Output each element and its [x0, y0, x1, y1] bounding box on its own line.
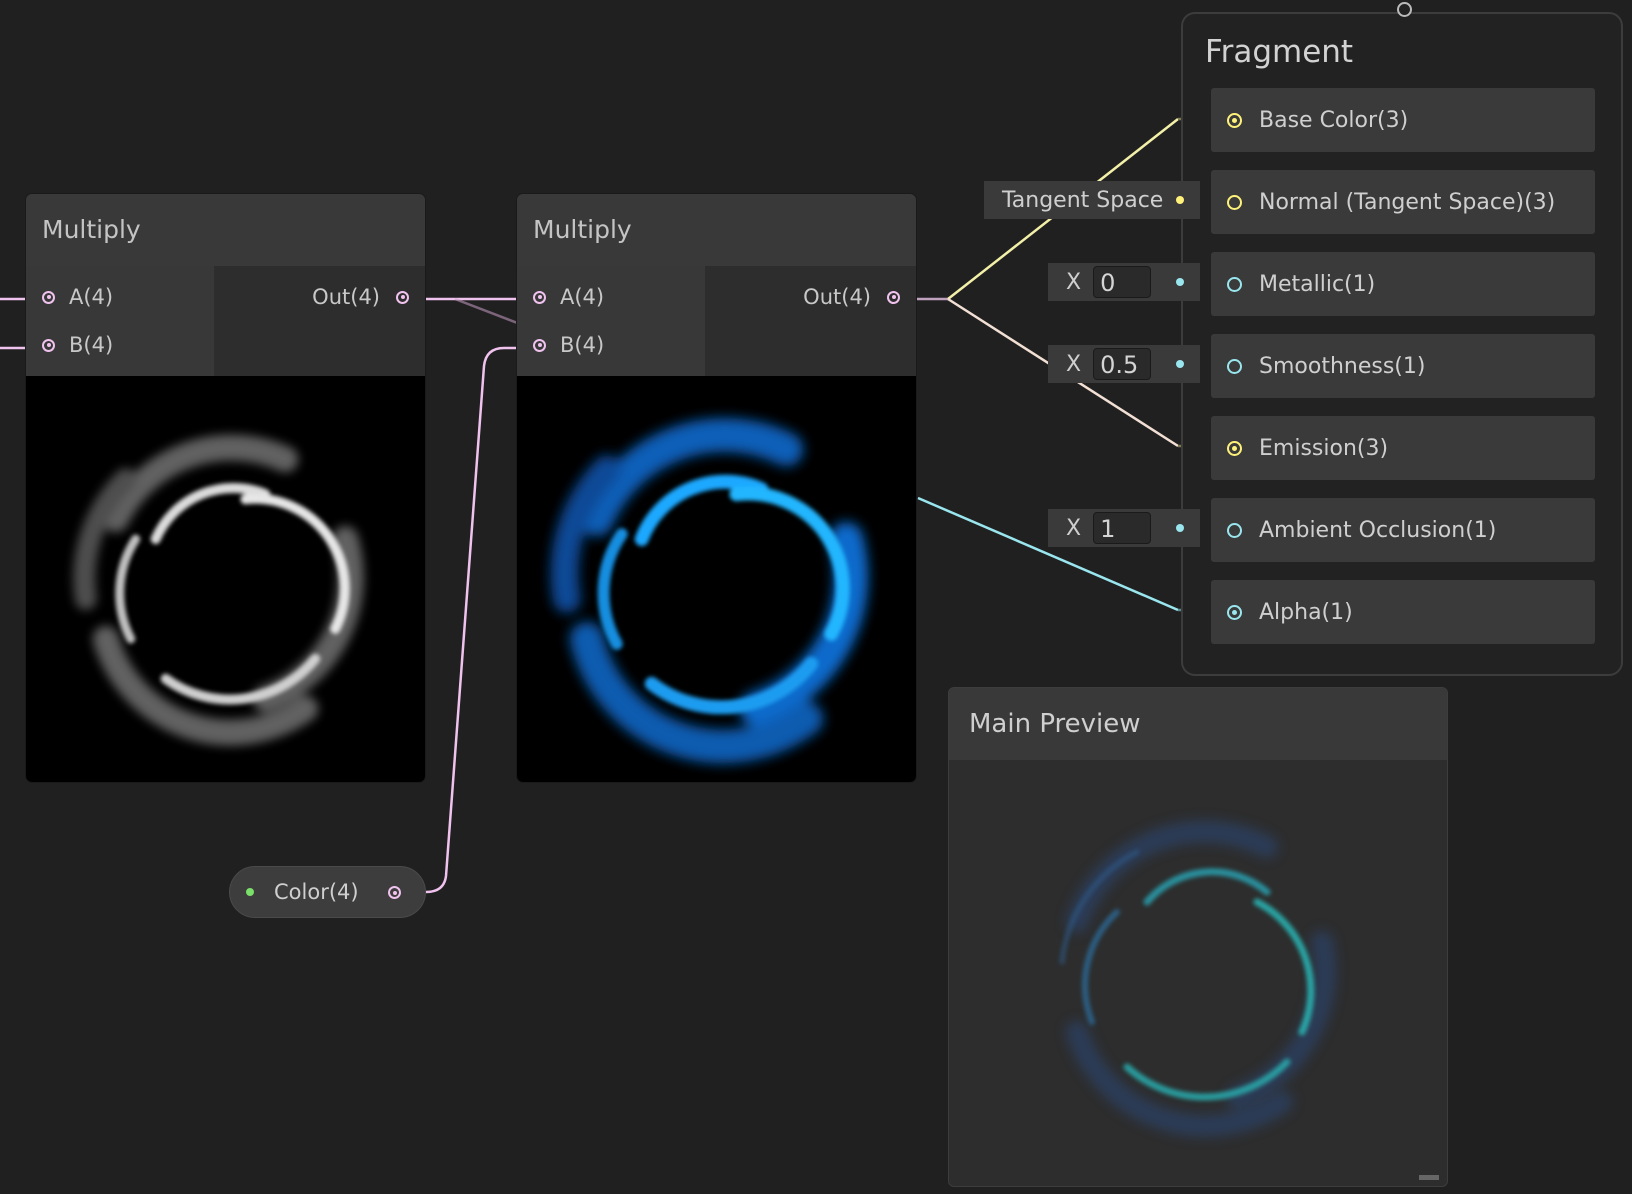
smoothness-value-field[interactable]: 0.5 — [1093, 348, 1152, 380]
slot-ambient-occlusion-connector[interactable] — [1227, 522, 1242, 538]
metallic-value-field[interactable]: 0 — [1093, 266, 1152, 298]
slot-base-color-connector[interactable] — [1227, 112, 1242, 128]
output-port[interactable]: Out(4) — [803, 282, 900, 312]
port-b-label: B(4) — [69, 333, 114, 357]
input-port-a[interactable]: A(4) — [533, 282, 604, 312]
port-a-connector[interactable] — [533, 290, 546, 304]
slot-ambient-occlusion[interactable]: Ambient Occlusion(1) — [1211, 498, 1595, 562]
smoothness-x-label: X — [1066, 351, 1082, 377]
ambient-occlusion-value-field[interactable]: 1 — [1093, 512, 1152, 544]
color-property-node[interactable]: Color(4) — [229, 866, 426, 918]
node-preview-blue-swirl — [517, 376, 916, 782]
normal-space-connector — [1176, 196, 1184, 204]
normal-space-label: Tangent Space — [1002, 187, 1164, 213]
main-preview-render[interactable] — [949, 760, 1448, 1187]
input-port-a[interactable]: A(4) — [42, 282, 113, 312]
slot-metallic-connector[interactable] — [1227, 276, 1242, 292]
port-b-connector[interactable] — [42, 338, 55, 352]
port-a-label: A(4) — [560, 285, 605, 309]
output-port[interactable]: Out(4) — [312, 282, 409, 312]
multiply-node-1[interactable]: Multiply A(4) B(4) Out(4) — [26, 194, 425, 782]
node-ports: A(4) B(4) Out(4) — [517, 266, 916, 376]
fragment-title: Fragment — [1205, 34, 1354, 70]
input-port-b[interactable]: B(4) — [42, 330, 113, 360]
slot-label: Alpha(1) — [1259, 599, 1353, 625]
slot-normal[interactable]: Normal (Tangent Space)(3) — [1211, 170, 1595, 234]
fragment-top-connector[interactable] — [1397, 2, 1412, 17]
ambient-occlusion-x-label: X — [1066, 515, 1082, 541]
slot-label: Normal (Tangent Space)(3) — [1259, 189, 1556, 215]
port-b-label: B(4) — [560, 333, 605, 357]
resize-handle[interactable] — [1419, 1175, 1439, 1180]
slot-smoothness[interactable]: Smoothness(1) — [1211, 334, 1595, 398]
node-title[interactable]: Multiply — [26, 194, 425, 266]
node-ports: A(4) B(4) Out(4) — [26, 266, 425, 376]
property-output-connector[interactable] — [388, 886, 401, 899]
slot-emission[interactable]: Emission(3) — [1211, 416, 1595, 480]
slot-alpha[interactable]: Alpha(1) — [1211, 580, 1595, 644]
metallic-x-label: X — [1066, 269, 1082, 295]
ambient-occlusion-input: X 1 — [1048, 509, 1200, 547]
slot-alpha-connector[interactable] — [1227, 604, 1242, 620]
node-title[interactable]: Multiply — [517, 194, 916, 266]
main-preview-window[interactable]: Main Preview — [948, 687, 1448, 1187]
metallic-input: X 0 — [1048, 263, 1200, 301]
port-b-connector[interactable] — [533, 338, 546, 352]
output-label: Out(4) — [803, 285, 871, 309]
ambient-occlusion-connector — [1176, 524, 1184, 532]
normal-space-dropdown[interactable]: Tangent Space — [984, 181, 1200, 219]
output-label: Out(4) — [312, 285, 380, 309]
slot-smoothness-connector[interactable] — [1227, 358, 1242, 374]
port-a-label: A(4) — [69, 285, 114, 309]
fragment-block[interactable]: Fragment Base Color(3) Normal (Tangent S… — [1181, 12, 1623, 676]
slot-label: Smoothness(1) — [1259, 353, 1426, 379]
node-preview-grayscale-swirl — [26, 376, 425, 782]
multiply-node-2[interactable]: Multiply A(4) B(4) Out(4) — [517, 194, 916, 782]
main-preview-title[interactable]: Main Preview — [949, 688, 1447, 760]
slot-label: Metallic(1) — [1259, 271, 1376, 297]
property-label: Color(4) — [274, 880, 359, 904]
property-indicator — [246, 888, 254, 896]
slot-normal-connector[interactable] — [1227, 194, 1242, 210]
output-connector[interactable] — [396, 290, 409, 304]
slot-metallic[interactable]: Metallic(1) — [1211, 252, 1595, 316]
output-connector[interactable] — [887, 290, 900, 304]
slot-label: Base Color(3) — [1259, 107, 1409, 133]
input-port-b[interactable]: B(4) — [533, 330, 604, 360]
slot-emission-connector[interactable] — [1227, 440, 1242, 456]
smoothness-connector — [1176, 360, 1184, 368]
smoothness-input: X 0.5 — [1048, 345, 1200, 383]
slot-label: Ambient Occlusion(1) — [1259, 517, 1497, 543]
slot-label: Emission(3) — [1259, 435, 1389, 461]
slot-base-color[interactable]: Base Color(3) — [1211, 88, 1595, 152]
port-a-connector[interactable] — [42, 290, 55, 304]
metallic-connector — [1176, 278, 1184, 286]
